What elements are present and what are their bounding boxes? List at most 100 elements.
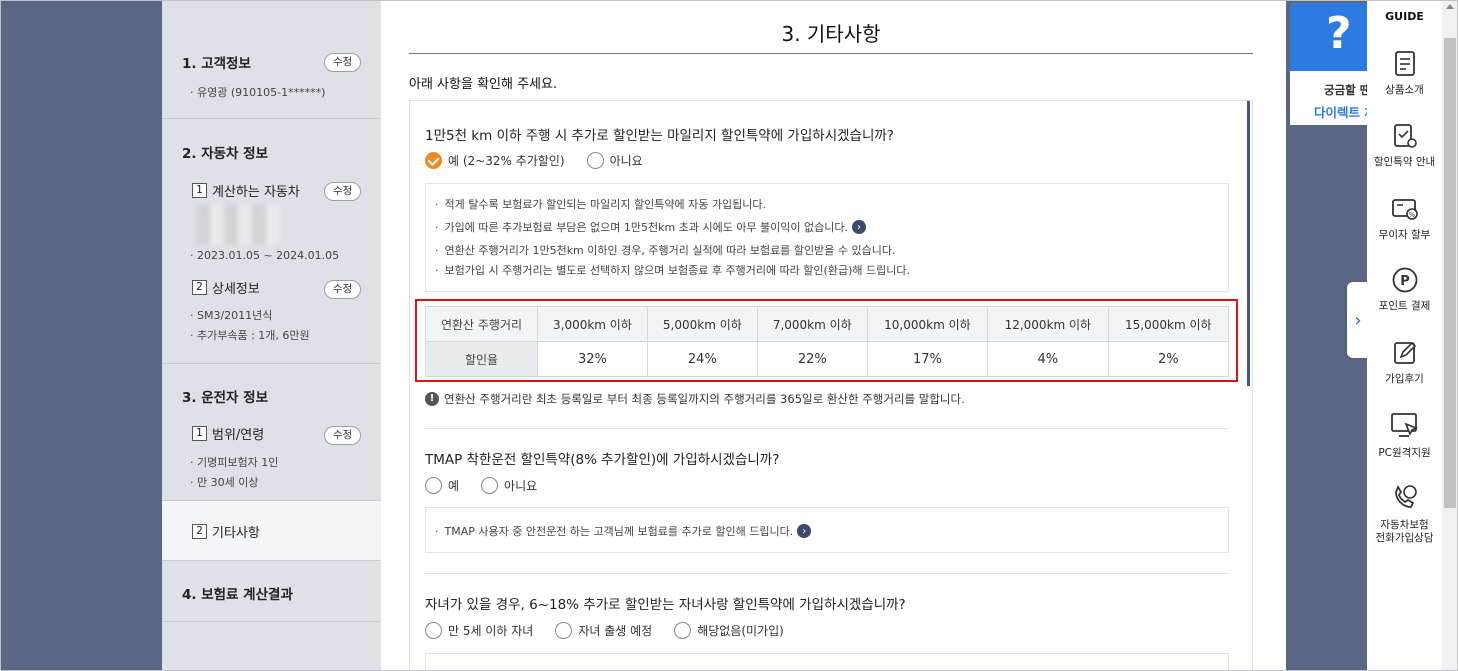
radio-icon[interactable] xyxy=(586,152,604,169)
option-label: 해당없음(미가입) xyxy=(697,624,784,638)
page-background xyxy=(0,0,162,671)
guide-label: 가입후기 xyxy=(1385,373,1424,385)
card-icon: % xyxy=(1391,199,1418,220)
discount-doc-icon xyxy=(1393,124,1417,148)
child-none-option[interactable]: 해당없음(미가입) xyxy=(674,622,784,639)
step-number: 1 xyxy=(192,183,207,198)
guide-item-point-pay[interactable]: P 포인트 결제 xyxy=(1367,266,1442,313)
expand-panel-button[interactable]: › xyxy=(1347,282,1369,358)
main-content: 3. 기타사항 아래 사항을 확인해 주세요. 1만5천 km 이하 주행 시 … xyxy=(381,0,1286,671)
info-line: · 연환산 주행거리가 1만5천km 이하인 경우, 주행거리 실적에 따라 보험… xyxy=(435,243,896,258)
edit-customer-button[interactable]: 수정 xyxy=(324,53,361,72)
options-panel: 1만5천 km 이하 주행 시 추가로 할인받는 마일리지 할인특약에 가입하시… xyxy=(409,100,1253,671)
guide-panel: GUIDE 상품소개 할인특약 안내 % 무이자 할부 P 포인트 결제 가입후… xyxy=(1367,0,1442,671)
help-text: 궁금할 땐 xyxy=(1324,83,1367,97)
driver-line: · 기명피보험자 1인 xyxy=(190,456,279,469)
edit-detail-button[interactable]: 수정 xyxy=(324,280,361,299)
step-number: 1 xyxy=(192,426,207,441)
customer-name: · 유영광 (910105-1******) xyxy=(190,86,326,99)
guide-label: 자동차보험 전화가입상담 xyxy=(1375,519,1434,544)
mileage-note: ! 연환산 주행거리란 최초 등록일로 부터 최종 등록일까지의 주행거리를 3… xyxy=(425,391,965,407)
section-title: 2. 자동차 정보 xyxy=(182,146,269,162)
section-title: 1. 고객정보 xyxy=(182,56,251,72)
option-label: 예 xyxy=(448,479,460,493)
section-title: 3. 운전자 정보 xyxy=(182,390,269,406)
tmap-no-option[interactable]: 아니요 xyxy=(481,477,537,494)
info-line: · 보험가입 시 주행거리는 별도로 선택하지 않으며 보험종료 후 주행거리에 … xyxy=(435,263,910,278)
scroll-up-icon[interactable] xyxy=(1446,4,1454,9)
sub-label: 계산하는 자동차 xyxy=(212,185,300,200)
coverage-period: · 2023.01.05 ~ 2024.01.05 xyxy=(190,249,340,262)
tmap-info-box: · TMAP 사용자 중 안전운전 하는 고객님께 보험료를 추가로 할인해 드립… xyxy=(425,507,1229,553)
radio-icon[interactable] xyxy=(674,622,692,639)
panel-scroll-indicator[interactable] xyxy=(1247,101,1250,386)
mileage-options: 예 (2~32% 추가할인) 아니요 xyxy=(425,152,665,169)
driver-line: · 만 30세 이상 xyxy=(190,476,259,489)
edit-driver-button[interactable]: 수정 xyxy=(324,426,361,445)
page-title: 3. 기타사항 xyxy=(781,22,881,46)
edit-vehicle-button[interactable]: 수정 xyxy=(324,182,361,201)
radio-icon[interactable] xyxy=(555,622,573,639)
sub-label: 상세정보 xyxy=(212,282,260,297)
guide-item-phone-consult[interactable]: 자동차보험 전화가입상담 xyxy=(1367,483,1442,545)
radio-icon[interactable] xyxy=(425,622,442,639)
section-title: 4. 보험료 계산결과 xyxy=(182,587,293,603)
mileage-no-option[interactable]: 아니요 xyxy=(586,152,643,169)
step-sidebar: 1. 고객정보 수정 · 유영광 (910105-1******) 2. 자동차… xyxy=(162,0,381,671)
option-label: 아니요 xyxy=(504,479,538,493)
info-line: · TMAP 사용자 중 안전운전 하는 고객님께 보험료를 추가로 할인해 드립… xyxy=(435,523,812,539)
sub-label: 기타사항 xyxy=(212,526,260,541)
exclamation-icon: ! xyxy=(425,392,439,406)
child-under5-option[interactable]: 만 5세 이하 자녀 xyxy=(425,622,533,639)
step-number: 2 xyxy=(192,524,207,539)
mileage-question: 1만5천 km 이하 주행 시 추가로 할인받는 마일리지 할인특약에 가입하시… xyxy=(425,128,894,144)
guide-item-reviews[interactable]: 가입후기 xyxy=(1367,339,1442,386)
radio-icon[interactable] xyxy=(481,477,499,494)
guide-item-discount-info[interactable]: 할인특약 안내 xyxy=(1367,122,1442,169)
guide-item-product-intro[interactable]: 상품소개 xyxy=(1367,50,1442,97)
intro-text: 아래 사항을 확인해 주세요. xyxy=(409,77,558,92)
sub-label: 범위/연령 xyxy=(212,428,265,443)
option-label: 아니요 xyxy=(609,154,643,168)
info-line: · 가입에 따른 추가보험료 부담은 없으며 1만5천km 초과 시에도 아무 불… xyxy=(435,219,867,235)
blurred-car-name xyxy=(196,205,280,245)
radio-checked-icon[interactable] xyxy=(425,152,442,169)
radio-icon[interactable] xyxy=(425,477,442,494)
option-label: 자녀 출생 예정 xyxy=(578,624,653,638)
sub-range-age: 1 범위/연령 xyxy=(192,424,264,443)
sub-other-items-active[interactable]: 2 기타사항 xyxy=(162,501,381,561)
sub-other-items: 2 기타사항 xyxy=(192,522,260,541)
point-icon: P xyxy=(1392,267,1417,293)
info-line: · 적게 탈수록 보험료가 할인되는 마일리지 할인특약에 자동 가입됩니다. xyxy=(435,197,766,212)
svg-text:P: P xyxy=(1400,274,1410,289)
chevron-right-icon[interactable]: › xyxy=(852,220,867,234)
tmap-yes-option[interactable]: 예 xyxy=(425,477,459,494)
question-mark-icon: ? xyxy=(1326,8,1352,59)
option-label: 예 (2~32% 추가할인) xyxy=(448,154,565,168)
detail-line: · SM3/2011년식 xyxy=(190,309,273,322)
phone-consult-icon xyxy=(1394,484,1417,508)
mileage-yes-option[interactable]: 예 (2~32% 추가할인) xyxy=(425,152,565,169)
window-scrollbar[interactable] xyxy=(1442,0,1458,671)
guide-label: 무이자 할부 xyxy=(1378,229,1431,241)
chevron-right-icon: › xyxy=(1354,309,1362,331)
guide-item-remote-support[interactable]: PC원격지원 xyxy=(1367,411,1442,460)
section-premium-result: 4. 보험료 계산결과 xyxy=(162,562,381,622)
divider xyxy=(425,573,1229,574)
guide-label: 할인특약 안내 xyxy=(1373,156,1436,168)
section-customer-info: 1. 고객정보 수정 · 유영광 (910105-1******) xyxy=(162,0,381,119)
guide-label: PC원격지원 xyxy=(1378,447,1431,459)
guide-label: 상품소개 xyxy=(1385,84,1424,96)
chat-help-card[interactable]: ? 궁금할 땐 다이렉트 채팅 xyxy=(1290,3,1367,125)
chevron-right-icon[interactable]: › xyxy=(797,524,812,538)
child-question: 자녀가 있을 경우, 6~18% 추가로 할인받는 자녀사랑 할인특약에 가입하… xyxy=(425,597,906,613)
child-expected-option[interactable]: 자녀 출생 예정 xyxy=(555,622,652,639)
step-number: 2 xyxy=(192,280,207,295)
guide-item-installment[interactable]: % 무이자 할부 xyxy=(1367,195,1442,242)
direct-chat-link[interactable]: 다이렉트 채팅 xyxy=(1314,102,1367,121)
tmap-options: 예 아니요 xyxy=(425,477,559,494)
section-driver-info: 3. 운전자 정보 1 범위/연령 수정 · 기명피보험자 1인 · 만 30세… xyxy=(162,364,381,501)
svg-text:%: % xyxy=(1408,211,1415,219)
scroll-thumb[interactable] xyxy=(1444,38,1456,508)
tmap-question: TMAP 착한운전 할인특약(8% 추가할인)에 가입하시겠습니까? xyxy=(425,452,780,468)
